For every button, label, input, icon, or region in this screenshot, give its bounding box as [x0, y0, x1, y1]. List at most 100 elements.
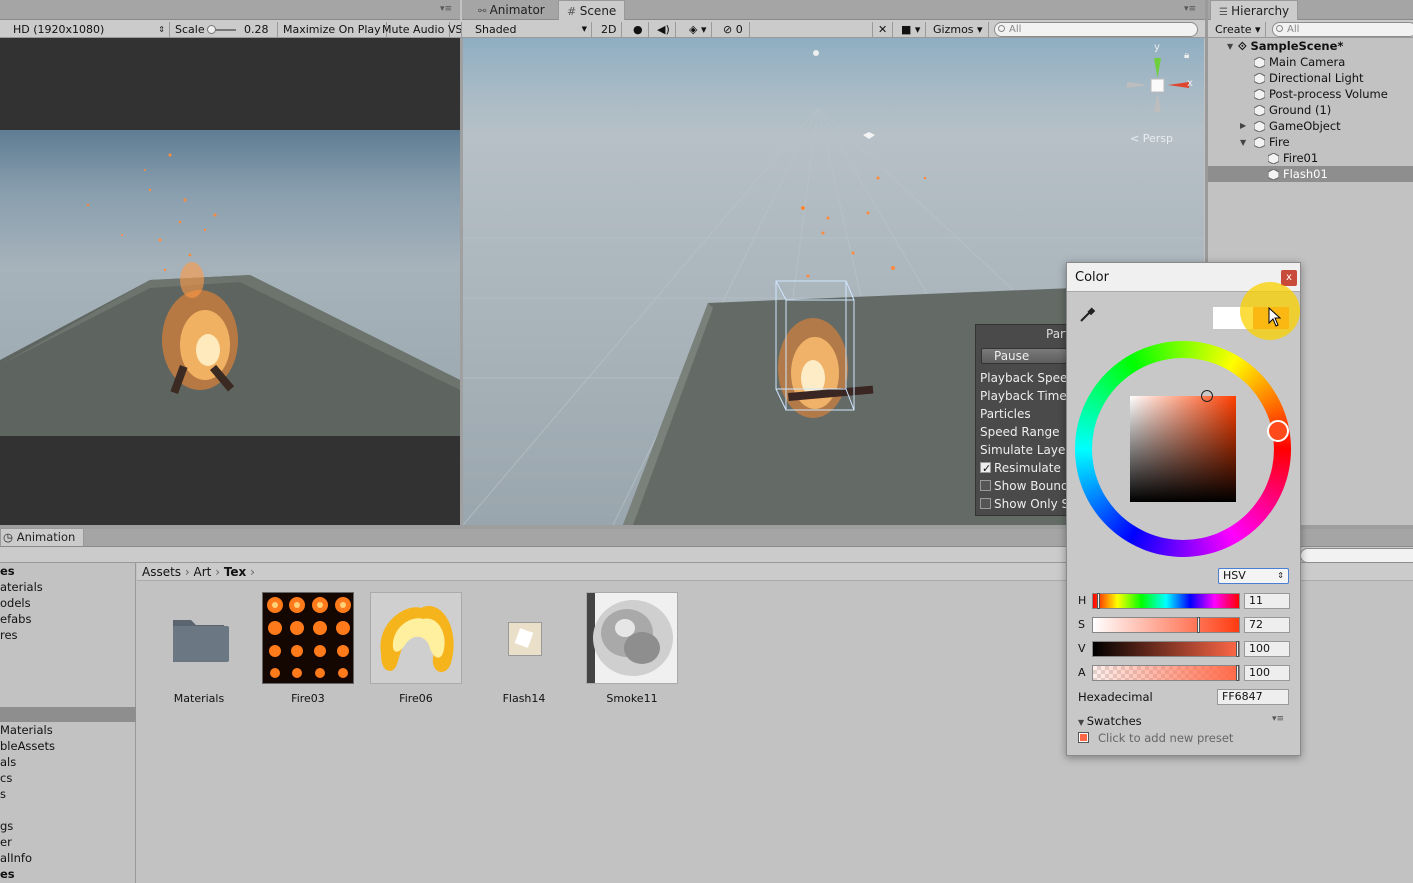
folder-item[interactable]: odels — [0, 595, 31, 611]
checkbox-icon[interactable] — [980, 498, 991, 509]
hierarchy-item-main-camera[interactable]: Main Camera — [1253, 54, 1345, 70]
updown-icon: ⇕ — [158, 25, 165, 34]
stats-button[interactable]: VS — [443, 22, 462, 38]
sv-selector-handle[interactable] — [1201, 390, 1213, 402]
hierarchy-search-input[interactable]: All — [1272, 22, 1413, 37]
folder-item[interactable]: er — [0, 834, 12, 850]
scene-orientation-gizmo[interactable]: y x — [1123, 42, 1193, 116]
hue-slider-knob[interactable] — [1097, 593, 1101, 609]
hex-field[interactable]: FF6847 — [1217, 689, 1289, 705]
checkbox-icon[interactable] — [980, 480, 991, 491]
hue-wheel-handle[interactable] — [1267, 420, 1289, 442]
game-view[interactable] — [0, 38, 460, 525]
project-search-input[interactable] — [1300, 548, 1413, 563]
scene-tools-icon[interactable]: ✕ — [872, 22, 894, 38]
pause-button[interactable]: Pause — [981, 348, 1067, 364]
maximize-on-play-button[interactable]: Maximize On Play — [278, 22, 387, 38]
tab-hierarchy[interactable]: ☰ Hierarchy — [1210, 0, 1299, 20]
folder-item[interactable]: res — [0, 627, 18, 643]
audio-toggle-icon[interactable]: ◀) — [652, 22, 676, 38]
hierarchy-item-directional-light[interactable]: Directional Light — [1253, 70, 1364, 86]
hierarchy-item-flash01[interactable]: Flash01 — [1267, 166, 1328, 182]
scene-root[interactable]: ⟐ SampleScene* — [1238, 38, 1343, 54]
breadcrumb-art[interactable]: Art — [194, 565, 212, 579]
mouse-cursor-icon — [1268, 306, 1282, 330]
hex-label: Hexadecimal — [1078, 690, 1153, 704]
fire-spritesheet-thumbnail — [262, 592, 354, 684]
value-field[interactable]: 100 — [1244, 641, 1290, 657]
tab-scene[interactable]: # Scene — [558, 0, 626, 20]
saturation-value-square[interactable] — [1130, 396, 1236, 502]
value-slider[interactable] — [1092, 641, 1240, 657]
saturation-field[interactable]: 72 — [1244, 617, 1290, 633]
folder-item[interactable]: cs — [0, 770, 12, 786]
saturation-slider[interactable] — [1092, 617, 1240, 633]
asset-smoke11[interactable]: Smoke11 — [585, 592, 679, 705]
panel-menu-icon[interactable]: ▾≡ — [1184, 4, 1196, 14]
view-border — [460, 38, 463, 525]
hierarchy-list-icon: ☰ — [1219, 7, 1232, 18]
panel-menu-icon[interactable]: ▾≡ — [440, 4, 452, 14]
alpha-slider-knob[interactable] — [1236, 665, 1239, 681]
folder-item[interactable]: es — [0, 563, 15, 579]
collapsed-arrow-icon[interactable]: ▶ — [1240, 121, 1246, 130]
breadcrumb-tex[interactable]: Tex — [224, 565, 246, 579]
tab-animation[interactable]: ◷ Animation — [0, 528, 85, 546]
folder-item[interactable]: es — [0, 866, 15, 882]
close-button[interactable]: x — [1281, 270, 1297, 286]
color-mode-dropdown[interactable]: HSV ⇕ — [1218, 568, 1289, 584]
asset-materials[interactable]: Materials — [152, 592, 246, 705]
hierarchy-item-fire01[interactable]: Fire01 — [1267, 150, 1318, 166]
shading-dropdown[interactable]: Shaded ▼ — [470, 22, 592, 38]
scale-control[interactable]: Scale 0.28 — [170, 22, 278, 38]
2d-toggle-button[interactable]: 2D — [596, 22, 623, 38]
lock-icon[interactable]: 🔒︎ — [1184, 50, 1189, 61]
value-slider-knob[interactable] — [1236, 641, 1239, 657]
hue-slider[interactable] — [1092, 593, 1240, 609]
folder-item[interactable]: gs — [0, 818, 13, 834]
hierarchy-item-fire[interactable]: Fire — [1253, 134, 1290, 150]
preset-swatch[interactable] — [1078, 732, 1089, 743]
folder-item[interactable]: als — [0, 754, 16, 770]
selected-folder-highlight — [0, 707, 136, 722]
folder-item[interactable]: efabs — [0, 611, 31, 627]
hierarchy-item-post-process-volume[interactable]: Post-process Volume — [1253, 86, 1388, 102]
show-only-selected-toggle[interactable]: Show Only S — [980, 495, 1068, 513]
create-dropdown[interactable]: Create ▾ — [1210, 22, 1266, 38]
folder-item[interactable]: aterials — [0, 579, 43, 595]
resimulate-toggle[interactable]: ✓ Resimulate — [980, 459, 1061, 477]
folder-item[interactable]: bleAssets — [0, 738, 55, 754]
asset-fire03[interactable]: Fire03 — [261, 592, 355, 705]
folder-item[interactable]: s — [0, 786, 6, 802]
asset-fire06[interactable]: Fire06 — [369, 592, 463, 705]
hierarchy-item-gameobject[interactable]: GameObject — [1253, 118, 1341, 134]
scene-search-input[interactable]: All — [994, 22, 1198, 37]
scale-slider-thumb[interactable] — [207, 25, 216, 34]
tab-animator[interactable]: ⚯ Animator — [470, 0, 553, 20]
resolution-dropdown[interactable]: HD (1920x1080) ⇕ — [8, 22, 170, 38]
folder-item[interactable]: alInfo — [0, 850, 32, 866]
alpha-slider[interactable] — [1092, 665, 1240, 681]
hue-field[interactable]: 11 — [1244, 593, 1290, 609]
expand-arrow-icon[interactable]: ▼ — [1240, 138, 1246, 147]
swatches-foldout[interactable]: ▼ Swatches — [1078, 714, 1142, 728]
folder-item[interactable]: Materials — [0, 722, 53, 738]
breadcrumb-assets[interactable]: Assets — [142, 565, 181, 579]
swatches-menu-icon[interactable]: ▾≡ — [1272, 714, 1284, 724]
eyedropper-icon[interactable] — [1078, 306, 1096, 324]
alpha-field[interactable]: 100 — [1244, 665, 1290, 681]
checkbox-checked-icon[interactable]: ✓ — [980, 462, 991, 475]
gizmos-dropdown[interactable]: Gizmos ▾ — [928, 22, 989, 38]
chevron-right-icon: › — [184, 565, 194, 579]
mute-audio-button[interactable]: Mute Audio — [377, 22, 451, 38]
hidden-objects-toggle[interactable]: ⊘ 0 — [718, 22, 750, 38]
asset-flash14[interactable]: Flash14 — [477, 592, 571, 705]
lighting-toggle-icon[interactable]: ● — [628, 22, 649, 38]
expand-arrow-icon[interactable]: ▼ — [1227, 42, 1233, 51]
show-bounds-toggle[interactable]: Show Bounds — [980, 477, 1068, 495]
saturation-slider-knob[interactable] — [1197, 617, 1201, 633]
camera-dropdown-icon[interactable]: ■ ▾ — [896, 22, 927, 38]
effects-dropdown-icon[interactable]: ◈ ▾ — [684, 22, 713, 38]
persp-label[interactable]: < Persp — [1130, 132, 1173, 145]
hierarchy-item-ground[interactable]: Ground (1) — [1253, 102, 1331, 118]
